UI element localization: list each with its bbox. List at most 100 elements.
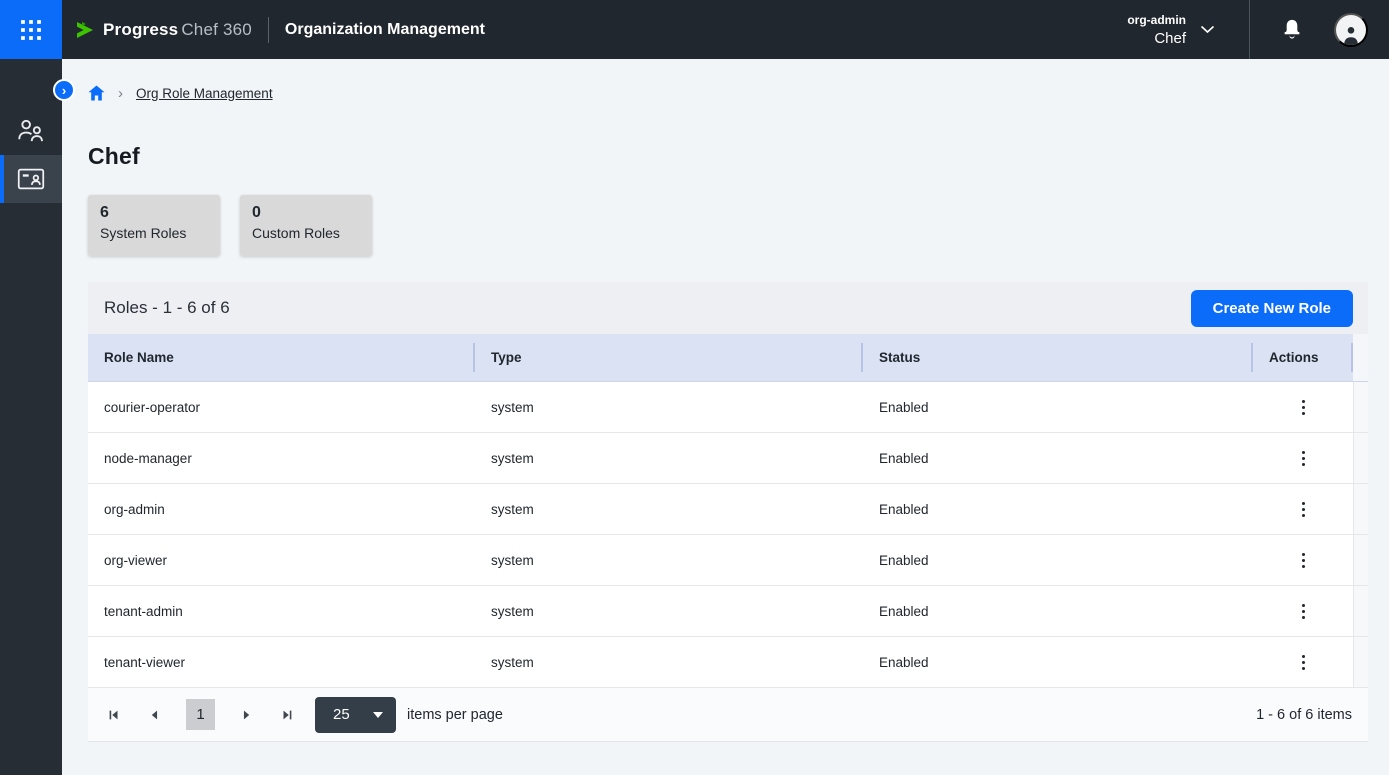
system-roles-label: System Roles (100, 225, 208, 241)
custom-roles-card: 0 Custom Roles (240, 195, 372, 256)
previous-page-icon (148, 708, 160, 722)
system-roles-card: 6 System Roles (88, 195, 220, 256)
app-title: Organization Management (285, 21, 485, 39)
column-header-type: Type (475, 334, 863, 381)
table-scroll-gutter (1353, 433, 1368, 483)
apps-grid-icon (20, 19, 42, 41)
table-scroll-gutter (1353, 382, 1368, 432)
create-new-role-button[interactable]: Create New Role (1191, 290, 1353, 327)
sidebar-expand-button[interactable]: › (53, 79, 75, 101)
column-header-role-name: Role Name (88, 334, 475, 381)
table-row: node-manager system Enabled (88, 433, 1368, 484)
table-row: org-admin system Enabled (88, 484, 1368, 535)
kebab-menu-icon (1302, 655, 1305, 670)
table-scroll-gutter (1353, 334, 1368, 381)
role-name-cell: node-manager (88, 433, 475, 483)
table-row: courier-operator system Enabled (88, 382, 1368, 433)
pagination-bar: 1 25 items per page 1 - 6 of 6 items (88, 688, 1368, 742)
role-type-cell: system (475, 586, 863, 636)
main-content: › Org Role Management Chef 6 System Role… (62, 59, 1389, 775)
current-page-button[interactable]: 1 (186, 699, 215, 730)
top-bar: ProgressChef 360 Organization Management… (0, 0, 1389, 59)
brand-title-divider (268, 17, 269, 43)
pager-controls: 1 (106, 699, 295, 730)
sidebar-item-users[interactable] (0, 107, 62, 155)
next-page-icon (241, 708, 253, 722)
role-status-cell: Enabled (863, 637, 1253, 687)
column-header-status: Status (863, 334, 1253, 381)
progress-chef-logo-icon (76, 21, 96, 39)
table-row: org-viewer system Enabled (88, 535, 1368, 586)
table-row: tenant-viewer system Enabled (88, 637, 1368, 688)
users-icon (17, 118, 45, 144)
roles-table-header: Role Name Type Status Actions (88, 334, 1368, 382)
role-name-cell: org-viewer (88, 535, 475, 585)
roles-table-body: courier-operator system Enabled node-man… (88, 382, 1368, 688)
sidebar-item-org-roles[interactable] (0, 155, 62, 203)
last-page-button[interactable] (279, 707, 295, 723)
apps-grid-button[interactable] (0, 0, 62, 59)
system-roles-count: 6 (100, 204, 208, 222)
kebab-menu-icon (1302, 604, 1305, 619)
sidebar (0, 59, 62, 775)
role-name-cell: org-admin (88, 484, 475, 534)
dropdown-caret-icon (373, 712, 383, 718)
page-size-dropdown[interactable]: 25 (315, 697, 396, 733)
role-status-cell: Enabled (863, 484, 1253, 534)
table-scroll-gutter (1353, 637, 1368, 687)
org-switcher[interactable]: org-admin Chef (1127, 13, 1215, 47)
previous-page-button[interactable] (146, 707, 162, 723)
notifications-button[interactable] (1279, 17, 1305, 43)
role-type-cell: system (475, 484, 863, 534)
role-type-cell: system (475, 382, 863, 432)
page-size-value: 25 (333, 706, 350, 723)
user-avatar-button[interactable] (1334, 13, 1368, 47)
breadcrumb: › Org Role Management (88, 84, 1389, 102)
page-title: Chef (88, 143, 1389, 170)
custom-roles-label: Custom Roles (252, 225, 360, 241)
kebab-menu-icon (1302, 502, 1305, 517)
table-row: tenant-admin system Enabled (88, 586, 1368, 637)
role-status-cell: Enabled (863, 586, 1253, 636)
custom-roles-count: 0 (252, 204, 360, 222)
home-icon[interactable] (88, 85, 105, 101)
org-role-label: org-admin (1127, 13, 1186, 27)
role-type-cell: system (475, 433, 863, 483)
table-scroll-gutter (1353, 535, 1368, 585)
kebab-menu-icon (1302, 451, 1305, 466)
role-name-cell: tenant-viewer (88, 637, 475, 687)
kebab-menu-icon (1302, 400, 1305, 415)
first-page-icon (107, 708, 121, 722)
pagination-range-label: 1 - 6 of 6 items (1256, 707, 1352, 723)
role-type-cell: system (475, 637, 863, 687)
first-page-button[interactable] (106, 707, 122, 723)
role-status-cell: Enabled (863, 382, 1253, 432)
next-page-button[interactable] (239, 707, 255, 723)
column-header-actions: Actions (1253, 334, 1353, 381)
org-name-label: Chef (1154, 30, 1186, 47)
row-actions-kebab-button[interactable] (1289, 546, 1317, 574)
role-name-cell: tenant-admin (88, 586, 475, 636)
chevron-down-icon (1200, 25, 1215, 34)
bell-icon (1281, 18, 1303, 42)
role-type-cell: system (475, 535, 863, 585)
roles-table-card: Roles - 1 - 6 of 6 Create New Role Role … (88, 282, 1368, 742)
topbar-divider (1249, 0, 1250, 59)
brand-logo: ProgressChef 360 (76, 20, 252, 40)
roles-table-toolbar: Roles - 1 - 6 of 6 Create New Role (88, 282, 1368, 334)
breadcrumb-link-org-role-management[interactable]: Org Role Management (136, 86, 273, 101)
user-avatar-icon (1340, 23, 1362, 45)
stats-row: 6 System Roles 0 Custom Roles (88, 195, 1389, 256)
role-status-cell: Enabled (863, 535, 1253, 585)
items-per-page-label: items per page (407, 707, 503, 723)
row-actions-kebab-button[interactable] (1289, 648, 1317, 676)
row-actions-kebab-button[interactable] (1289, 393, 1317, 421)
table-scroll-gutter (1353, 484, 1368, 534)
breadcrumb-separator: › (114, 86, 127, 101)
role-status-cell: Enabled (863, 433, 1253, 483)
row-actions-kebab-button[interactable] (1289, 597, 1317, 625)
kebab-menu-icon (1302, 553, 1305, 568)
row-actions-kebab-button[interactable] (1289, 495, 1317, 523)
row-actions-kebab-button[interactable] (1289, 444, 1317, 472)
table-scroll-gutter (1353, 586, 1368, 636)
